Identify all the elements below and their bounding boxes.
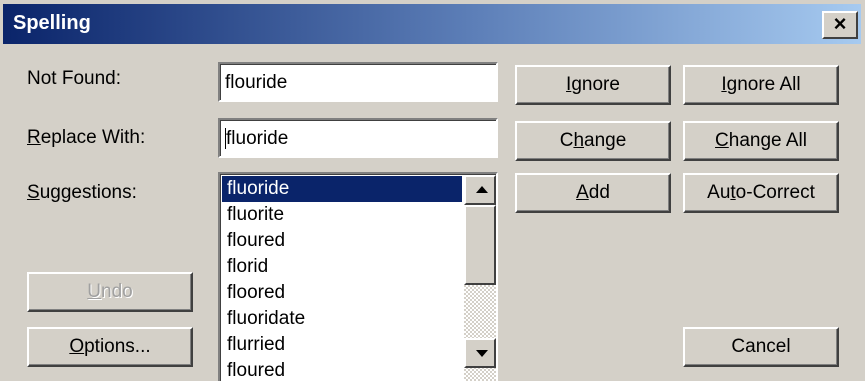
ignore-button[interactable]: Ignore [515,65,671,105]
replace-with-mnemonic: R [27,127,41,148]
not-found-field[interactable]: flouride [218,62,498,102]
suggestions-list[interactable]: fluoride fluorite floured florid floored fluo… [218,172,498,381]
suggestion-item[interactable]: fluorite [222,202,462,228]
undo-label: ndo [101,281,133,302]
suggestions-label: Suggestions: [27,182,137,204]
suggestion-item[interactable]: floured [222,228,462,254]
change-all-label: hange All [728,130,807,151]
options-mnemonic: O [69,336,85,357]
ignore-all-label: gnore All [726,74,801,95]
title-bar[interactable]: Spelling × [3,4,861,44]
options-label: ptions... [84,336,151,357]
options-button[interactable]: Options... [27,327,193,367]
close-icon: × [833,11,847,36]
suggestions-mnemonic: S [27,182,40,203]
replace-with-field[interactable]: fluoride [218,118,498,158]
ignore-all-button[interactable]: Ignore All [683,65,839,105]
suggestion-item[interactable]: fluoridate [222,306,462,332]
change-label-pre: C [559,130,574,151]
replace-with-label: Replace With: [27,127,145,149]
scroll-down-button[interactable] [464,338,496,368]
change-label: ange [584,130,627,151]
dialog-title: Spelling [13,12,91,34]
undo-mnemonic: U [87,281,102,302]
scroll-thumb[interactable] [464,205,496,285]
change-mnemonic: h [573,130,585,151]
scroll-up-arrow-icon [476,186,488,193]
suggestions-label-text: uggestions: [39,182,137,203]
replace-with-label-text: eplace With: [40,127,146,148]
change-all-mnemonic: C [715,130,729,151]
not-found-label: Not Found: [27,68,121,89]
suggestion-item[interactable]: floored [222,280,462,306]
auto-correct-label-pre: Au [707,182,731,203]
cancel-button[interactable]: Cancel [683,327,839,367]
scroll-down-arrow-icon [476,350,488,357]
ignore-label: gnore [571,74,620,95]
scroll-up-button[interactable] [464,175,496,205]
auto-correct-button[interactable]: Auto-Correct [683,173,839,213]
undo-button[interactable]: Undo [27,272,193,312]
suggestions-scrollbar[interactable] [464,175,496,381]
add-mnemonic: A [576,182,589,203]
add-button[interactable]: Add [515,173,671,213]
close-button[interactable]: × [822,11,858,39]
spelling-dialog: Spelling × Not Found: Replace With: Sugg… [0,0,865,381]
auto-correct-label: o-Correct [735,182,815,203]
add-label: dd [588,182,610,203]
suggestion-item[interactable]: florid [222,254,462,280]
replace-with-value: fluoride [226,128,289,149]
change-button[interactable]: Change [515,121,671,161]
suggestion-item[interactable]: fluoride [222,176,462,202]
suggestions-items: fluoride fluorite floured florid floored fluo… [222,176,462,381]
suggestion-item[interactable]: flurried [222,332,462,358]
change-all-button[interactable]: Change All [683,121,839,161]
suggestion-item[interactable]: floured [222,358,462,381]
